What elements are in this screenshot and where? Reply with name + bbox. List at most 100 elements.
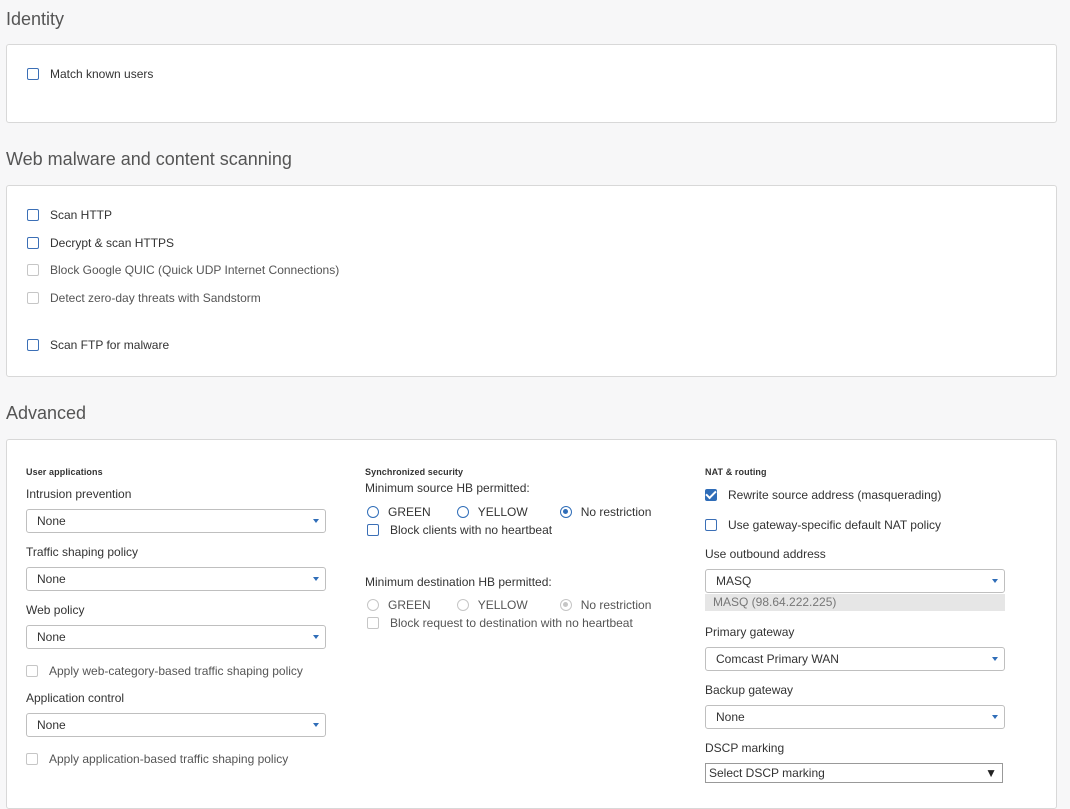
radio-icon[interactable]: [367, 599, 379, 611]
chevron-down-icon: [313, 635, 319, 639]
outbound-address-select[interactable]: MASQ: [705, 569, 1005, 593]
source-no-restriction-label: No restriction: [580, 505, 652, 519]
rewrite-source-label: Rewrite source address (masquerading): [728, 488, 942, 502]
dest-yellow-radio[interactable]: YELLOW: [456, 598, 528, 612]
backup-gateway-value: None: [716, 710, 745, 724]
advanced-panel: User applications Intrusion prevention N…: [6, 439, 1057, 809]
checkbox-checked-icon[interactable]: [705, 489, 717, 501]
radio-icon[interactable]: [559, 506, 572, 518]
chevron-down-icon: [992, 579, 998, 583]
match-known-users-checkbox[interactable]: Match known users: [27, 67, 153, 81]
app-shaping-checkbox[interactable]: Apply application-based traffic shaping …: [26, 752, 288, 766]
application-control-value: None: [37, 718, 66, 732]
dest-no-restriction-radio[interactable]: No restriction: [559, 598, 652, 612]
radio-icon[interactable]: [456, 599, 469, 611]
intrusion-prevention-label: Intrusion prevention: [26, 487, 132, 501]
block-request-label: Block request to destination with no hea…: [390, 616, 633, 630]
sandstorm-label: Detect zero-day threats with Sandstorm: [50, 291, 261, 305]
app-shaping-label: Apply application-based traffic shaping …: [49, 752, 289, 766]
chevron-down-icon: [992, 657, 998, 661]
block-clients-label: Block clients with no heartbeat: [390, 523, 553, 537]
sandstorm-checkbox[interactable]: Detect zero-day threats with Sandstorm: [27, 291, 261, 305]
checkbox-icon[interactable]: [26, 753, 38, 765]
traffic-shaping-value: None: [37, 572, 66, 586]
scan-ftp-checkbox[interactable]: Scan FTP for malware: [27, 338, 169, 352]
rewrite-source-checkbox[interactable]: Rewrite source address (masquerading): [705, 488, 941, 502]
checkbox-icon[interactable]: [367, 524, 379, 536]
scan-http-label: Scan HTTP: [50, 208, 113, 222]
identity-section-title: Identity: [6, 9, 65, 29]
backup-gateway-select[interactable]: None: [705, 705, 1005, 729]
application-control-label: Application control: [26, 691, 125, 705]
user-applications-heading: User applications: [26, 467, 103, 477]
chevron-down-icon: [992, 715, 998, 719]
checkbox-icon[interactable]: [705, 519, 717, 531]
decrypt-https-checkbox[interactable]: Decrypt & scan HTTPS: [27, 236, 174, 250]
min-dest-label: Minimum destination HB permitted:: [365, 575, 552, 589]
dscp-marking-value: Select DSCP marking: [709, 766, 825, 780]
traffic-shaping-label: Traffic shaping policy: [26, 545, 139, 559]
web-policy-label: Web policy: [26, 603, 85, 617]
dest-green-radio[interactable]: GREEN: [367, 598, 431, 612]
web-section-title: Web malware and content scanning: [6, 149, 292, 169]
traffic-shaping-select[interactable]: None: [26, 567, 326, 591]
outbound-address-hint: MASQ (98.64.222.225): [705, 594, 1005, 611]
checkbox-icon[interactable]: [27, 339, 39, 351]
checkbox-icon[interactable]: [27, 237, 39, 249]
radio-icon[interactable]: [367, 506, 379, 518]
backup-gateway-label: Backup gateway: [705, 683, 794, 697]
checkbox-icon[interactable]: [27, 264, 39, 276]
primary-gateway-label: Primary gateway: [705, 625, 795, 639]
nat-routing-heading: NAT & routing: [705, 467, 767, 477]
dest-yellow-label: YELLOW: [477, 598, 528, 612]
identity-panel: Match known users: [6, 44, 1057, 123]
match-known-users-label: Match known users: [50, 67, 154, 81]
source-hb-radio-group: GREEN YELLOW No restriction: [367, 505, 665, 519]
dscp-marking-label: DSCP marking: [705, 741, 785, 755]
chevron-down-icon: [313, 723, 319, 727]
application-control-select[interactable]: None: [26, 713, 326, 737]
scan-http-checkbox[interactable]: Scan HTTP: [27, 208, 112, 222]
dscp-marking-select[interactable]: Select DSCP marking ▼: [705, 763, 1003, 783]
radio-icon[interactable]: [559, 599, 572, 611]
radio-icon[interactable]: [456, 506, 469, 518]
web-panel: Scan HTTP Decrypt & scan HTTPS Block Goo…: [6, 185, 1057, 377]
checkbox-icon[interactable]: [367, 617, 379, 629]
checkbox-icon[interactable]: [27, 292, 39, 304]
dest-green-label: GREEN: [388, 598, 431, 612]
scan-ftp-label: Scan FTP for malware: [50, 338, 170, 352]
intrusion-prevention-value: None: [37, 514, 66, 528]
checkbox-icon[interactable]: [27, 68, 39, 80]
triangle-down-icon: ▼: [985, 766, 997, 780]
synchronized-security-heading: Synchronized security: [365, 467, 464, 477]
source-green-label: GREEN: [388, 505, 431, 519]
decrypt-https-label: Decrypt & scan HTTPS: [50, 236, 175, 250]
advanced-section-title: Advanced: [6, 403, 87, 423]
outbound-address-value: MASQ: [716, 574, 752, 588]
source-green-radio[interactable]: GREEN: [367, 505, 431, 519]
block-request-checkbox[interactable]: Block request to destination with no hea…: [367, 616, 633, 630]
web-policy-value: None: [37, 630, 66, 644]
dest-hb-radio-group: GREEN YELLOW No restriction: [367, 598, 665, 612]
block-clients-checkbox[interactable]: Block clients with no heartbeat: [367, 523, 552, 537]
checkbox-icon[interactable]: [26, 665, 38, 677]
intrusion-prevention-select[interactable]: None: [26, 509, 326, 533]
web-shaping-label: Apply web-category-based traffic shaping…: [49, 664, 303, 678]
gateway-nat-label: Use gateway-specific default NAT policy: [728, 518, 941, 532]
source-yellow-label: YELLOW: [477, 505, 528, 519]
source-no-restriction-radio[interactable]: No restriction: [559, 505, 652, 519]
block-quic-checkbox[interactable]: Block Google QUIC (Quick UDP Internet Co…: [27, 263, 339, 277]
source-yellow-radio[interactable]: YELLOW: [456, 505, 528, 519]
chevron-down-icon: [313, 519, 319, 523]
block-quic-label: Block Google QUIC (Quick UDP Internet Co…: [50, 263, 340, 277]
outbound-address-label: Use outbound address: [705, 547, 826, 561]
min-source-label: Minimum source HB permitted:: [365, 481, 530, 495]
dest-no-restriction-label: No restriction: [580, 598, 652, 612]
primary-gateway-value: Comcast Primary WAN: [716, 652, 839, 666]
gateway-nat-checkbox[interactable]: Use gateway-specific default NAT policy: [705, 518, 941, 532]
checkbox-icon[interactable]: [27, 209, 39, 221]
web-policy-select[interactable]: None: [26, 625, 326, 649]
web-shaping-checkbox[interactable]: Apply web-category-based traffic shaping…: [26, 664, 303, 678]
chevron-down-icon: [313, 577, 319, 581]
primary-gateway-select[interactable]: Comcast Primary WAN: [705, 647, 1005, 671]
